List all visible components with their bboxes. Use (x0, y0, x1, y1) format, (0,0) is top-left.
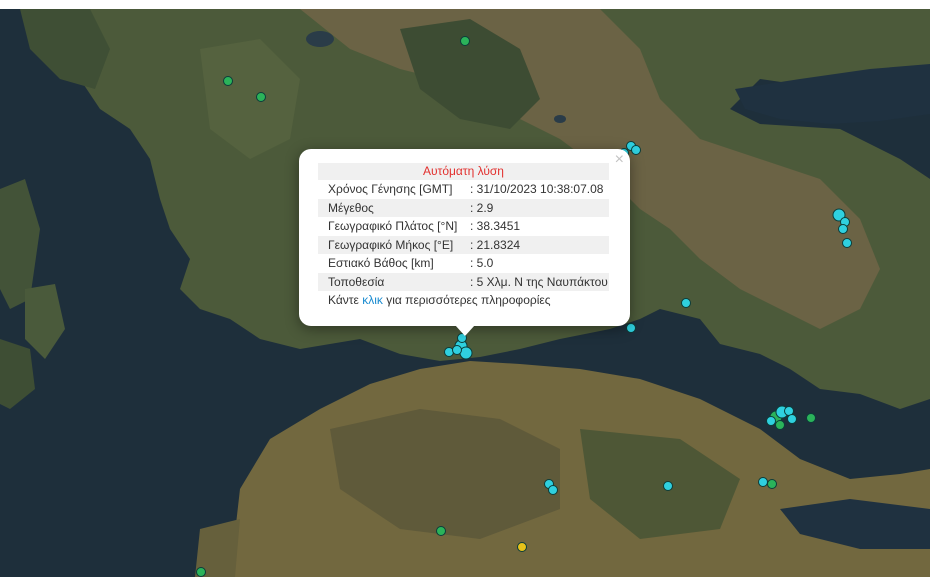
row-value: : 2.9 (470, 200, 494, 215)
more-info-link[interactable]: κλικ (362, 293, 383, 307)
row-value: : 31/10/2023 10:38:07.08 (470, 182, 604, 196)
earthquake-marker[interactable] (838, 224, 848, 234)
earthquake-marker[interactable] (626, 323, 636, 333)
row-label: Εστιακό Βάθος [km] (328, 256, 434, 270)
info-table: Χρόνος Γένησης [GMT] : 31/10/2023 10:38:… (318, 180, 609, 291)
row-label: Γεωγραφικό Πλάτος [°N] (328, 219, 458, 233)
row-label: Χρόνος Γένησης [GMT] (328, 182, 453, 196)
close-icon[interactable]: × (615, 151, 624, 169)
earthquake-marker[interactable] (460, 36, 470, 46)
earthquake-marker[interactable] (436, 526, 446, 536)
info-row-location: Τοποθεσία : 5 Χλμ. Ν της Ναυπάκτου (318, 272, 609, 291)
info-row-longitude: Γεωγραφικό Μήκος [°E] : 21.8324 (318, 235, 609, 254)
earthquake-marker[interactable] (256, 92, 266, 102)
info-row-magnitude: Μέγεθος : 2.9 (318, 198, 609, 217)
more-info-suffix: για περισσότερες πληροφορίες (382, 293, 551, 307)
earthquake-info-popup: × Αυτόματη λύση Χρόνος Γένησης [GMT] : 3… (299, 149, 630, 326)
row-value: : 5.0 (470, 256, 494, 270)
info-row-origin-time: Χρόνος Γένησης [GMT] : 31/10/2023 10:38:… (318, 180, 609, 199)
row-value: : 38.3451 (470, 219, 521, 233)
earthquake-marker[interactable] (631, 145, 641, 155)
earthquake-marker[interactable] (452, 345, 462, 355)
popup-title: Αυτόματη λύση (318, 163, 609, 180)
earthquake-marker[interactable] (842, 238, 852, 248)
more-info-prefix: Κάντε (328, 293, 363, 307)
popup-tip (455, 325, 475, 336)
earthquake-marker[interactable] (517, 542, 527, 552)
earthquake-marker[interactable] (681, 298, 691, 308)
earthquake-marker[interactable] (196, 567, 206, 577)
row-value: : 21.8324 (470, 237, 521, 252)
row-value: : 5 Χλμ. Ν της Ναυπάκτου (470, 274, 608, 289)
row-label: Γεωγραφικό Μήκος [°E] (328, 237, 454, 252)
popup-content: Αυτόματη λύση Χρόνος Γένησης [GMT] : 31/… (318, 163, 609, 309)
earthquake-marker[interactable] (663, 481, 673, 491)
earthquake-marker[interactable] (787, 414, 797, 424)
row-label: Μέγεθος (328, 200, 374, 215)
info-row-latitude: Γεωγραφικό Πλάτος [°N] : 38.3451 (318, 217, 609, 236)
row-label: Τοποθεσία (328, 274, 385, 289)
earthquake-marker[interactable] (767, 479, 777, 489)
more-info-text: Κάντε κλικ για περισσότερες πληροφορίες (318, 291, 609, 309)
info-row-depth: Εστιακό Βάθος [km] : 5.0 (318, 254, 609, 273)
earthquake-marker[interactable] (775, 420, 785, 430)
earthquake-marker[interactable] (806, 413, 816, 423)
earthquake-marker[interactable] (548, 485, 558, 495)
earthquake-marker[interactable] (223, 76, 233, 86)
